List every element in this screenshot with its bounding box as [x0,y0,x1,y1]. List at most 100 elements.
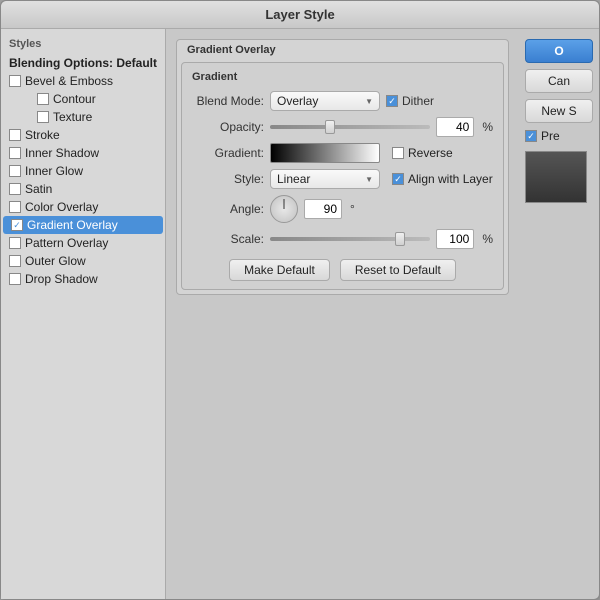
texture-checkbox[interactable] [37,111,49,123]
sidebar: Styles Blending Options: Default Bevel &… [1,29,166,599]
gradient-overlay-checkbox[interactable]: ✓ [11,219,23,231]
contour-label: Contour [53,92,96,106]
ok-button[interactable]: O [525,39,593,63]
dither-text: Dither [402,94,434,108]
reverse-checkbox[interactable] [392,147,404,159]
style-row: Style: Linear ▼ ✓ Align with Layer [192,169,493,189]
color-overlay-label: Color Overlay [25,200,98,214]
stroke-label: Stroke [25,128,60,142]
gradient-overlay-label: Gradient Overlay [27,218,118,232]
title-bar: Layer Style [1,1,599,29]
scale-slider-track [270,237,430,241]
sidebar-item-bevel-emboss[interactable]: Bevel & Emboss [1,72,165,90]
drop-shadow-checkbox[interactable] [9,273,21,285]
blend-mode-select[interactable]: Overlay ▼ [270,91,380,111]
gradient-swatch[interactable] [270,143,380,163]
outer-glow-checkbox[interactable] [9,255,21,267]
dial-indicator [284,199,285,209]
reverse-label: Reverse [408,146,453,160]
sidebar-item-inner-shadow[interactable]: Inner Shadow [1,144,165,162]
inner-shadow-checkbox[interactable] [9,147,21,159]
angle-unit: ° [350,202,355,216]
stroke-checkbox[interactable] [9,129,21,141]
scale-slider-thumb[interactable] [395,232,405,246]
angle-label: Angle: [192,202,264,216]
sidebar-item-inner-glow[interactable]: Inner Glow [1,162,165,180]
gradient-overlay-panel-title: Gradient Overlay [177,40,508,58]
window-body: Styles Blending Options: Default Bevel &… [1,29,599,599]
scale-input[interactable] [436,229,474,249]
blend-mode-arrow: ▼ [365,97,373,106]
align-layer-checkbox[interactable]: ✓ [392,173,404,185]
sidebar-item-texture[interactable]: Texture [1,108,165,126]
blend-mode-value: Overlay [277,94,318,108]
cancel-label: Can [548,74,570,88]
opacity-slider-container[interactable] [270,120,430,134]
blend-mode-label: Blend Mode: [192,94,264,108]
reset-to-default-button[interactable]: Reset to Default [340,259,456,281]
style-label: Style: [192,172,264,186]
color-overlay-checkbox[interactable] [9,201,21,213]
sidebar-item-drop-shadow[interactable]: Drop Shadow [1,270,165,288]
sidebar-item-stroke[interactable]: Stroke [1,126,165,144]
scale-slider-container[interactable] [270,232,430,246]
gradient-section: Gradient Blend Mode: Overlay ▼ ✓ Dither [181,62,504,290]
texture-label: Texture [53,110,92,124]
ok-label: O [554,44,563,58]
align-layer-label: Align with Layer [408,172,493,186]
preview-box [525,151,587,203]
angle-control: ° [270,195,355,223]
dither-label[interactable]: ✓ Dither [386,94,434,108]
scale-row: Scale: % [192,229,493,249]
drop-shadow-label: Drop Shadow [25,272,98,286]
opacity-unit: % [482,120,493,134]
sidebar-item-blending-options[interactable]: Blending Options: Default [1,54,165,72]
new-style-button[interactable]: New S [525,99,593,123]
inner-glow-label: Inner Glow [25,164,83,178]
opacity-slider-thumb[interactable] [325,120,335,134]
sidebar-item-contour[interactable]: Contour [1,90,165,108]
sidebar-item-pattern-overlay[interactable]: Pattern Overlay [1,234,165,252]
blending-options-label: Blending Options: Default [9,56,157,70]
opacity-slider-track [270,125,430,129]
satin-checkbox[interactable] [9,183,21,195]
angle-input[interactable] [304,199,342,219]
blend-mode-row: Blend Mode: Overlay ▼ ✓ Dither [192,91,493,111]
pattern-overlay-label: Pattern Overlay [25,236,108,250]
dither-checkbox[interactable]: ✓ [386,95,398,107]
sidebar-item-color-overlay[interactable]: Color Overlay [1,198,165,216]
contour-checkbox[interactable] [37,93,49,105]
main-content: Gradient Overlay Gradient Blend Mode: Ov… [166,29,519,599]
gradient-section-title: Gradient [192,71,493,83]
new-style-label: New S [541,104,576,118]
right-panel: O Can New S ✓ Pre [519,29,599,599]
buttons-row: Make Default Reset to Default [192,259,493,281]
preview-label: Pre [541,129,560,143]
style-arrow: ▼ [365,175,373,184]
pattern-overlay-checkbox[interactable] [9,237,21,249]
inner-shadow-label: Inner Shadow [25,146,99,160]
gradient-row: Gradient: Reverse [192,143,493,163]
preview-checkbox[interactable]: ✓ [525,130,537,142]
cancel-button[interactable]: Can [525,69,593,93]
style-select[interactable]: Linear ▼ [270,169,380,189]
gradient-swatch-label: Gradient: [192,146,264,160]
scale-label: Scale: [192,232,264,246]
window-title: Layer Style [265,7,334,22]
satin-label: Satin [25,182,52,196]
angle-dial[interactable] [270,195,298,223]
inner-glow-checkbox[interactable] [9,165,21,177]
make-default-button[interactable]: Make Default [229,259,330,281]
layer-style-window: Layer Style Styles Blending Options: Def… [0,0,600,600]
bevel-emboss-checkbox[interactable] [9,75,21,87]
gradient-overlay-panel: Gradient Overlay Gradient Blend Mode: Ov… [176,39,509,295]
outer-glow-label: Outer Glow [25,254,86,268]
sidebar-item-satin[interactable]: Satin [1,180,165,198]
sidebar-item-outer-glow[interactable]: Outer Glow [1,252,165,270]
bevel-emboss-label: Bevel & Emboss [25,74,113,88]
opacity-input[interactable] [436,117,474,137]
sidebar-item-gradient-overlay[interactable]: ✓ Gradient Overlay [3,216,163,234]
preview-row: ✓ Pre [525,129,593,143]
style-value: Linear [277,172,310,186]
sidebar-header: Styles [1,35,165,54]
